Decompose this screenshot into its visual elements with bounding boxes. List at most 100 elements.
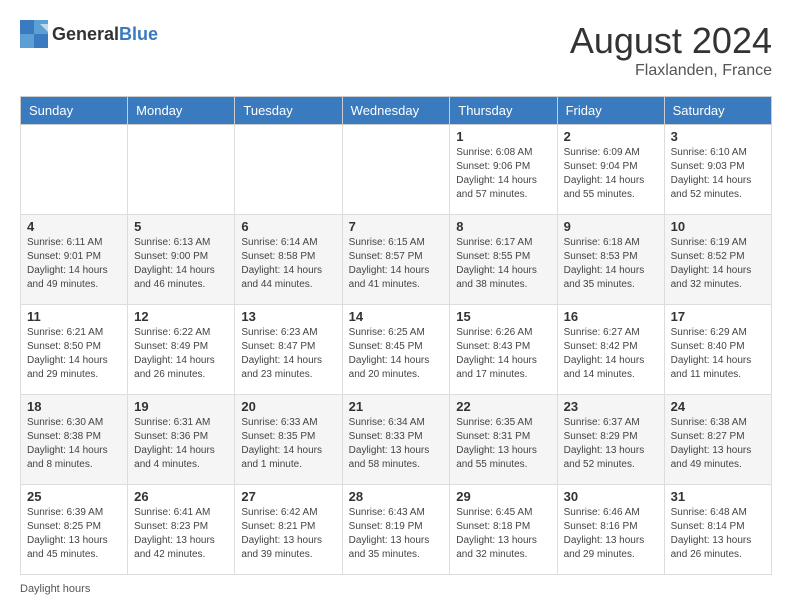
day-number: 12: [134, 309, 228, 324]
day-info: Sunrise: 6:11 AM Sunset: 9:01 PM Dayligh…: [27, 236, 121, 292]
calendar-cell: 25 Sunrise: 6:39 AM Sunset: 8:25 PM Dayli…: [21, 485, 128, 575]
day-number: 31: [671, 489, 765, 504]
calendar-cell: 10Sunrise: 6:19 AM Sunset: 8:52 PM Dayli…: [664, 215, 771, 305]
day-number: 13: [241, 309, 335, 324]
calendar-cell: 28 Sunrise: 6:43 AM Sunset: 8:19 PM Dayli…: [342, 485, 450, 575]
title-area: August 2024 Flaxlanden, France: [570, 20, 772, 80]
day-info: Sunrise: 6:39 AM Sunset: 8:25 PM Dayligh…: [27, 506, 121, 562]
calendar-cell: 24 Sunrise: 6:38 AM Sunset: 8:27 PM Dayli…: [664, 395, 771, 485]
calendar-cell: 30Sunrise: 6:46 AM Sunset: 8:16 PM Dayli…: [557, 485, 664, 575]
calendar-cell: 21 Sunrise: 6:34 AM Sunset: 8:33 PM Dayli…: [342, 395, 450, 485]
day-info: Sunrise: 6:30 AM Sunset: 8:38 PM Dayligh…: [27, 416, 121, 472]
day-info: Sunrise: 6:18 AM Sunset: 8:53 PM Dayligh…: [564, 236, 658, 292]
day-number: 16: [564, 309, 658, 324]
day-number: 4: [27, 219, 121, 234]
day-info: Sunrise: 6:25 AM Sunset: 8:45 PM Dayligh…: [349, 326, 444, 382]
day-info: Sunrise: 6:10 AM Sunset: 9:03 PM Dayligh…: [671, 146, 765, 202]
calendar-cell: 2Sunrise: 6:09 AM Sunset: 9:04 PM Daylig…: [557, 125, 664, 215]
day-number: 25: [27, 489, 121, 504]
calendar-cell: 3 Sunrise: 6:10 AM Sunset: 9:03 PM Daylig…: [664, 125, 771, 215]
calendar-cell: 4 Sunrise: 6:11 AM Sunset: 9:01 PM Daylig…: [21, 215, 128, 305]
logo: GeneralBlue: [20, 20, 158, 48]
weekday-header-saturday: Saturday: [664, 97, 771, 125]
calendar-cell: 31 Sunrise: 6:48 AM Sunset: 8:14 PM Dayli…: [664, 485, 771, 575]
logo-icon: [20, 20, 48, 48]
day-info: Sunrise: 6:45 AM Sunset: 8:18 PM Dayligh…: [456, 506, 550, 562]
day-info: Sunrise: 6:41 AM Sunset: 8:23 PM Dayligh…: [134, 506, 228, 562]
calendar-cell: [342, 125, 450, 215]
calendar-cell: [21, 125, 128, 215]
day-info: Sunrise: 6:35 AM Sunset: 8:31 PM Dayligh…: [456, 416, 550, 472]
weekday-header-friday: Friday: [557, 97, 664, 125]
calendar-cell: 11Sunrise: 6:21 AM Sunset: 8:50 PM Dayli…: [21, 305, 128, 395]
weekday-header-tuesday: Tuesday: [235, 97, 342, 125]
week-row-5: 25 Sunrise: 6:39 AM Sunset: 8:25 PM Dayli…: [21, 485, 772, 575]
day-number: 15: [456, 309, 550, 324]
day-info: Sunrise: 6:08 AM Sunset: 9:06 PM Dayligh…: [456, 146, 550, 202]
day-number: 19: [134, 399, 228, 414]
calendar-cell: 7 Sunrise: 6:15 AM Sunset: 8:57 PM Daylig…: [342, 215, 450, 305]
calendar-cell: 19 Sunrise: 6:31 AM Sunset: 8:36 PM Dayli…: [128, 395, 235, 485]
calendar-cell: [128, 125, 235, 215]
calendar-cell: 6Sunrise: 6:14 AM Sunset: 8:58 PM Daylig…: [235, 215, 342, 305]
day-info: Sunrise: 6:34 AM Sunset: 8:33 PM Dayligh…: [349, 416, 444, 472]
day-info: Sunrise: 6:43 AM Sunset: 8:19 PM Dayligh…: [349, 506, 444, 562]
day-info: Sunrise: 6:15 AM Sunset: 8:57 PM Dayligh…: [349, 236, 444, 292]
day-number: 29: [456, 489, 550, 504]
day-info: Sunrise: 6:48 AM Sunset: 8:14 PM Dayligh…: [671, 506, 765, 562]
month-year: August 2024: [570, 20, 772, 62]
day-number: 3: [671, 129, 765, 144]
day-number: 23: [564, 399, 658, 414]
day-number: 24: [671, 399, 765, 414]
logo-blue: Blue: [119, 24, 158, 44]
day-number: 6: [241, 219, 335, 234]
day-info: Sunrise: 6:13 AM Sunset: 9:00 PM Dayligh…: [134, 236, 228, 292]
calendar-table: SundayMondayTuesdayWednesdayThursdayFrid…: [20, 96, 772, 575]
day-number: 28: [349, 489, 444, 504]
day-number: 5: [134, 219, 228, 234]
day-info: Sunrise: 6:46 AM Sunset: 8:16 PM Dayligh…: [564, 506, 658, 562]
calendar-cell: 12 Sunrise: 6:22 AM Sunset: 8:49 PM Dayli…: [128, 305, 235, 395]
day-number: 21: [349, 399, 444, 414]
day-number: 1: [456, 129, 550, 144]
day-info: Sunrise: 6:31 AM Sunset: 8:36 PM Dayligh…: [134, 416, 228, 472]
day-info: Sunrise: 6:33 AM Sunset: 8:35 PM Dayligh…: [241, 416, 335, 472]
weekday-header-sunday: Sunday: [21, 97, 128, 125]
calendar-cell: [235, 125, 342, 215]
day-info: Sunrise: 6:27 AM Sunset: 8:42 PM Dayligh…: [564, 326, 658, 382]
day-number: 10: [671, 219, 765, 234]
day-number: 7: [349, 219, 444, 234]
location: Flaxlanden, France: [570, 62, 772, 80]
day-info: Sunrise: 6:38 AM Sunset: 8:27 PM Dayligh…: [671, 416, 765, 472]
calendar-cell: 14 Sunrise: 6:25 AM Sunset: 8:45 PM Dayli…: [342, 305, 450, 395]
week-row-4: 18 Sunrise: 6:30 AM Sunset: 8:38 PM Dayli…: [21, 395, 772, 485]
day-info: Sunrise: 6:26 AM Sunset: 8:43 PM Dayligh…: [456, 326, 550, 382]
weekday-header-monday: Monday: [128, 97, 235, 125]
week-row-1: 1 Sunrise: 6:08 AM Sunset: 9:06 PM Daylig…: [21, 125, 772, 215]
weekday-header-row: SundayMondayTuesdayWednesdayThursdayFrid…: [21, 97, 772, 125]
day-number: 18: [27, 399, 121, 414]
day-info: Sunrise: 6:09 AM Sunset: 9:04 PM Dayligh…: [564, 146, 658, 202]
calendar-cell: 13 Sunrise: 6:23 AM Sunset: 8:47 PM Dayli…: [235, 305, 342, 395]
day-number: 14: [349, 309, 444, 324]
day-number: 26: [134, 489, 228, 504]
calendar-cell: 15 Sunrise: 6:26 AM Sunset: 8:43 PM Dayli…: [450, 305, 557, 395]
day-info: Sunrise: 6:22 AM Sunset: 8:49 PM Dayligh…: [134, 326, 228, 382]
calendar-cell: 27 Sunrise: 6:42 AM Sunset: 8:21 PM Dayli…: [235, 485, 342, 575]
calendar-cell: 23Sunrise: 6:37 AM Sunset: 8:29 PM Dayli…: [557, 395, 664, 485]
weekday-header-thursday: Thursday: [450, 97, 557, 125]
calendar-cell: 26 Sunrise: 6:41 AM Sunset: 8:23 PM Dayli…: [128, 485, 235, 575]
calendar-cell: 16 Sunrise: 6:27 AM Sunset: 8:42 PM Dayli…: [557, 305, 664, 395]
calendar-cell: 29 Sunrise: 6:45 AM Sunset: 8:18 PM Dayli…: [450, 485, 557, 575]
calendar-cell: 5 Sunrise: 6:13 AM Sunset: 9:00 PM Daylig…: [128, 215, 235, 305]
calendar-cell: 20Sunrise: 6:33 AM Sunset: 8:35 PM Dayli…: [235, 395, 342, 485]
week-row-2: 4 Sunrise: 6:11 AM Sunset: 9:01 PM Daylig…: [21, 215, 772, 305]
day-number: 27: [241, 489, 335, 504]
day-info: Sunrise: 6:42 AM Sunset: 8:21 PM Dayligh…: [241, 506, 335, 562]
calendar-cell: 1 Sunrise: 6:08 AM Sunset: 9:06 PM Daylig…: [450, 125, 557, 215]
day-info: Sunrise: 6:23 AM Sunset: 8:47 PM Dayligh…: [241, 326, 335, 382]
day-number: 9: [564, 219, 658, 234]
day-info: Sunrise: 6:21 AM Sunset: 8:50 PM Dayligh…: [27, 326, 121, 382]
day-number: 17: [671, 309, 765, 324]
weekday-header-wednesday: Wednesday: [342, 97, 450, 125]
